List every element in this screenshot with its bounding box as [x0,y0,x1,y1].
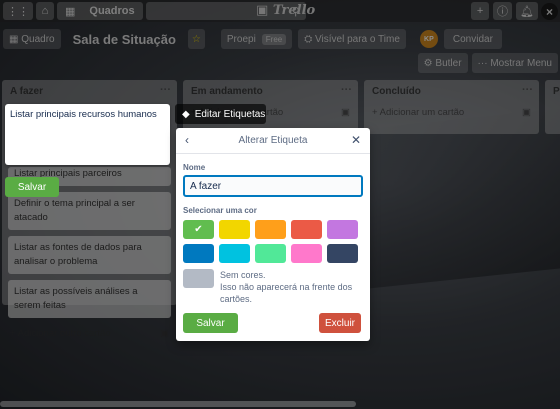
color-swatch[interactable] [219,220,250,239]
edit-labels-label: Editar Etiquetas [194,108,266,120]
color-palette: ✔ [183,220,363,263]
no-color-title: Sem cores. [220,270,266,280]
check-icon: ✔ [194,224,203,235]
no-color-option: Sem cores. Isso não aparecerá na frente … [183,269,363,305]
color-swatch[interactable] [327,244,358,263]
back-icon[interactable]: ‹ [185,133,189,147]
label-name-input[interactable] [183,175,363,197]
close-icon[interactable]: ✕ [351,133,361,147]
color-swatch[interactable] [183,244,214,263]
horizontal-scrollbar[interactable] [0,401,356,407]
color-swatch[interactable] [291,244,322,263]
edit-labels-button[interactable]: ◆ Editar Etiquetas [175,104,266,124]
no-color-text: Sem cores. Isso não aparecerá na frente … [220,269,363,305]
save-card-button[interactable]: Salvar [5,177,59,197]
name-label: Nome [183,163,206,172]
change-label-popover: ‹ Alterar Etiqueta ✕ Nome Selecionar uma… [176,128,370,341]
color-swatch[interactable]: ✔ [183,220,214,239]
popover-header: ‹ Alterar Etiqueta ✕ [176,128,370,154]
popover-title: Alterar Etiqueta [238,135,308,146]
tag-icon: ◆ [182,108,190,120]
card-title-editor[interactable]: Listar principais recursos humanos [5,104,170,165]
color-swatch[interactable] [327,220,358,239]
color-swatch[interactable] [255,244,286,263]
no-color-swatch[interactable] [183,269,214,288]
color-swatch[interactable] [291,220,322,239]
color-label: Selecionar uma cor [183,206,257,215]
color-swatch[interactable] [255,220,286,239]
delete-button[interactable]: Excluir [319,313,361,333]
no-color-description: Isso não aparecerá na frente dos cartões… [220,282,353,304]
color-swatch[interactable] [219,244,250,263]
save-button[interactable]: Salvar [183,313,238,333]
popover-actions: Salvar Excluir [183,313,361,333]
popover-body: Nome Selecionar uma cor ✔ Sem cores. Iss… [176,154,370,314]
